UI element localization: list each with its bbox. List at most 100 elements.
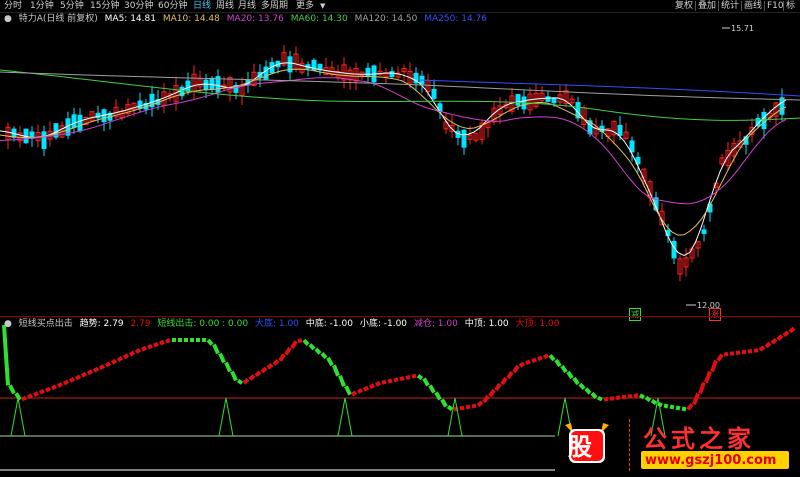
reduce-value: 减仓: 1.00 [413, 319, 458, 329]
indicator-segment [650, 398, 658, 406]
indicator-segment [165, 338, 171, 344]
candle-body [761, 111, 767, 130]
indicator-segment [375, 381, 381, 387]
indicator-segment [308, 343, 316, 351]
small-bottom-value: 小底: -1.00 [359, 319, 408, 329]
indicator-segment [153, 341, 159, 348]
indicator-segment [788, 326, 796, 334]
indicator-segment [224, 361, 232, 373]
indicator-segment [518, 361, 526, 368]
indicator-segment [741, 349, 747, 355]
buy-spike-marker [337, 397, 353, 437]
indicator-segment [716, 353, 724, 362]
ma10-line [0, 68, 787, 236]
indicator-name[interactable]: 短线买点出击 [19, 319, 73, 329]
candle-body [41, 131, 47, 150]
candle-body [263, 66, 269, 80]
candle-body [71, 114, 77, 128]
indicator-segment [638, 393, 646, 400]
indicator-segment [560, 364, 568, 374]
indicator-segment [128, 350, 136, 357]
indicator-segment [284, 346, 292, 356]
indicator-segment [782, 330, 790, 338]
indicator-segment [254, 370, 262, 378]
indicator-segment [302, 338, 310, 346]
indicator-segment [603, 396, 609, 402]
indicator-segment [21, 395, 27, 402]
indicator-segment [39, 388, 45, 395]
indicator-segment [368, 383, 376, 390]
indicator-segment [465, 404, 471, 410]
high-price-tag: 15.71 [731, 24, 754, 33]
indicator-segment [446, 404, 454, 412]
indicator-segment [476, 400, 484, 408]
indicator-segment [758, 345, 766, 352]
strike-value: 短线出击: 0.00 : 0.00 [157, 319, 249, 329]
indicator-segment [338, 375, 346, 387]
indicator-segment [747, 348, 753, 354]
indicator-segment [753, 348, 759, 353]
indicator-segment [159, 339, 165, 346]
indicator-segment [230, 370, 238, 382]
indicator-segment [387, 378, 393, 384]
indicator-segment [621, 394, 627, 400]
indicator-segment [236, 378, 244, 385]
indicator-segment [51, 384, 57, 391]
indicator-segment [554, 358, 562, 368]
sell-signal-badge: 减 [629, 308, 641, 321]
indicator-segment [578, 382, 586, 391]
candle-body [515, 93, 521, 106]
big-top-value: 大顶: 1.00 [515, 319, 560, 329]
indicator-segment [248, 374, 256, 381]
indicator-segment [710, 359, 718, 373]
indicator-segment [110, 358, 118, 365]
indicator-segment [488, 388, 496, 398]
indicator-segment [422, 377, 430, 387]
indicator-segment [764, 341, 772, 349]
buy-spike-marker [10, 397, 26, 437]
candle-body [185, 80, 191, 92]
indicator-segment [2, 324, 10, 386]
indicator-segment [381, 379, 387, 385]
indicator-segment [399, 376, 405, 382]
indicator-segment [681, 406, 687, 412]
indicator-segment [704, 370, 712, 384]
candle-body [431, 88, 437, 99]
indicator-segment [411, 373, 417, 379]
indicator-segment [278, 353, 286, 362]
candle-body [137, 100, 143, 109]
indicator-segment [723, 351, 729, 357]
ma20-line [0, 77, 787, 205]
indicator-segment [627, 393, 633, 399]
indicator-segment [332, 364, 340, 377]
candle-body [209, 77, 215, 90]
indicator-legend: ● 短线买点出击 趋势: 2.79 2.79 短线出击: 0.00 : 0.00… [4, 318, 563, 330]
indicator-segment [633, 393, 639, 398]
indicator-segment [494, 382, 502, 392]
legend-dot-icon: ● [4, 319, 12, 329]
indicator-segment [735, 350, 741, 356]
indicator-segment [459, 405, 465, 411]
candlestick-chart[interactable] [0, 0, 800, 477]
indicator-segment [68, 376, 76, 383]
indicator-segment [572, 376, 580, 386]
indicator-segment [122, 353, 130, 360]
candle-body [389, 71, 395, 78]
pane-divider [0, 316, 800, 317]
indicator-segment [644, 395, 652, 403]
indicator-segment [597, 395, 603, 402]
indicator-segment [566, 370, 574, 380]
indicator-segment [482, 394, 490, 404]
indicator-segment [543, 353, 549, 360]
indicator-segment [512, 364, 520, 374]
indicator-segment [686, 403, 694, 411]
indicator-segment [615, 395, 621, 401]
indicator-segment [350, 390, 358, 397]
indicator-segment [344, 385, 352, 396]
indicator-segment [609, 396, 615, 401]
indicator-segment [212, 343, 220, 355]
indicator-segment [675, 405, 681, 411]
buy-signal-badge: 涨 [709, 308, 721, 321]
indicator-segment [206, 338, 214, 346]
indicator-segment [314, 347, 322, 355]
